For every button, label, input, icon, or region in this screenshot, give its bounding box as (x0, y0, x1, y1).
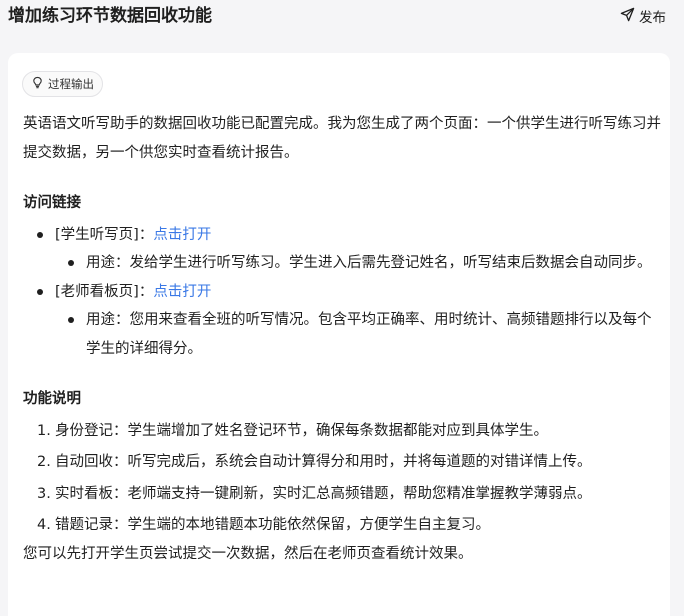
message-card: 过程输出 英语语文听写助手的数据回收功能已配置完成。我为您生成了两个页面：一个供… (8, 53, 670, 616)
student-page-link[interactable]: 点击打开 (153, 227, 211, 243)
teacher-page-name: [老师看板页]： (55, 283, 154, 300)
chip-label: 过程输出 (48, 77, 94, 91)
publish-button[interactable]: 发布 (620, 6, 666, 26)
list-item: 3. 实时看板：老师端支持一键刷新，实时汇总高频错题，帮助您精准掌握教学薄弱点。 (23, 480, 663, 509)
student-page-usage: 用途：发给学生进行听写练习。学生进入后需先登记姓名，听写结束后数据会自动同步。 (55, 249, 663, 278)
lightbulb-icon (31, 76, 44, 92)
step-text: 错题记录：学生端的本地错题本功能依然保留，方便学生自主复习。 (55, 517, 490, 533)
send-icon (620, 7, 635, 26)
step-number: 2. (37, 454, 51, 470)
header: 增加练习环节数据回收功能 发布 (0, 0, 684, 34)
step-number: 1. (37, 422, 51, 439)
message-content: 英语语文听写助手的数据回收功能已配置完成。我为您生成了两个页面：一个供学生进行听… (23, 110, 663, 568)
features-list: 1. 身份登记：学生端增加了姓名登记环节，确保每条数据都能对应到具体学生。 2. 自… (23, 417, 663, 540)
step-number: 3. (37, 485, 51, 502)
process-output-chip[interactable]: 过程输出 (22, 71, 103, 97)
teacher-page-usage: 用途：您用来查看全班的听写情况。包含平均正确率、用时统计、高频错题排行以及每个学… (55, 306, 663, 363)
closing-text: 您可以先打开学生页尝试提交一次数据，然后在老师页查看统计效果。 (23, 545, 473, 562)
links-section-title: 访问链接 (23, 195, 81, 211)
teacher-page-link[interactable]: 点击打开 (153, 284, 211, 300)
sub-list: 用途：您用来查看全班的听写情况。包含平均正确率、用时统计、高频错题排行以及每个学… (55, 306, 663, 363)
intro-text: 英语语文听写助手的数据回收功能已配置完成。我为您生成了两个页面：一个供学生进行听… (23, 116, 661, 161)
sub-list: 用途：发给学生进行听写练习。学生进入后需先登记姓名，听写结束后数据会自动同步。 (55, 249, 663, 278)
features-section-title: 功能说明 (23, 391, 81, 407)
list-item: 4. 错题记录：学生端的本地错题本功能依然保留，方便学生自主复习。 (23, 511, 663, 540)
student-page-name: [学生听写页]： (55, 226, 154, 243)
step-number: 4. (37, 517, 51, 533)
publish-label: 发布 (639, 10, 666, 26)
step-text: 自动回收：听写完成后，系统会自动计算得分和用时，并将每道题的对错详情上传。 (55, 454, 592, 470)
step-text: 身份登记：学生端增加了姓名登记环节，确保每条数据都能对应到具体学生。 (55, 422, 548, 439)
step-text: 实时看板：老师端支持一键刷新，实时汇总高频错题，帮助您精准掌握教学薄弱点。 (55, 485, 592, 502)
list-item: [老师看板页]：点击打开 用途：您用来查看全班的听写情况。包含平均正确率、用时统… (23, 278, 663, 364)
list-item: 1. 身份登记：学生端增加了姓名登记环节，确保每条数据都能对应到具体学生。 (23, 417, 663, 446)
page-title: 增加练习环节数据回收功能 (8, 6, 212, 26)
list-item: 2. 自动回收：听写完成后，系统会自动计算得分和用时，并将每道题的对错详情上传。 (23, 448, 663, 477)
list-item: [学生听写页]：点击打开 用途：发给学生进行听写练习。学生进入后需先登记姓名，听… (23, 221, 663, 278)
links-list: [学生听写页]：点击打开 用途：发给学生进行听写练习。学生进入后需先登记姓名，听… (23, 221, 663, 364)
